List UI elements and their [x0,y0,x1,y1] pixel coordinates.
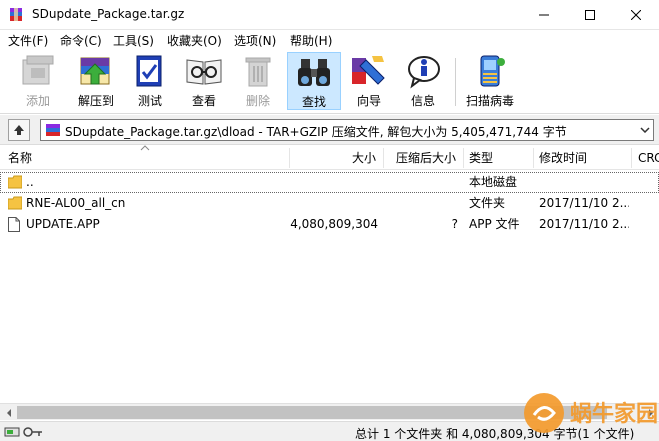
row-modified: 2017/11/10 2... [539,196,629,210]
virus-scan-button[interactable]: 扫描病毒 [462,52,518,110]
scroll-left-button[interactable] [0,404,17,421]
menu-favorites[interactable]: 收藏夹(O) [167,32,222,49]
row-size [290,172,378,193]
view-button[interactable]: 查看 [177,52,231,110]
wizard-button[interactable]: 向导 [342,52,396,110]
maximize-button[interactable] [567,0,613,30]
row-type: 本地磁盘 [469,175,518,189]
delete-label: 删除 [245,94,270,108]
info-label: 信息 [410,94,435,108]
row-type: APP 文件 [469,217,520,231]
add-archive-icon [22,55,54,85]
minimize-button[interactable] [521,0,567,30]
close-icon [631,10,641,20]
column-crc[interactable]: CRC [632,146,659,170]
path-text: SDupdate_Package.tar.gz\dload - TAR+GZIP… [65,125,567,139]
menu-commands[interactable]: 命令(C) [60,32,102,49]
delete-button[interactable]: 删除 [231,52,285,110]
archive-icon [46,124,60,136]
find-button[interactable]: 查找 [287,52,341,110]
file-list[interactable]: .. 本地磁盘 RNE-AL00_all_cn 文件夹 2017/11/10 2… [0,171,659,403]
column-header: 名称 大小 压缩后大小 类型 修改时间 CRC [0,145,659,170]
column-packed-size[interactable]: 压缩后大小 [384,146,462,170]
site-watermark-logo: 蜗牛家园 [520,381,659,441]
row-name: RNE-AL00_all_cn [26,196,126,210]
row-type: 文件夹 [469,196,506,210]
toolbar-separator [455,58,456,106]
path-bar: SDupdate_Package.tar.gz\dload - TAR+GZIP… [0,115,659,145]
test-label: 测试 [137,94,162,108]
extract-to-label: 解压到 [77,94,114,108]
drive-key-icon[interactable] [4,425,44,439]
minimize-icon [539,14,549,16]
virus-scan-icon [480,55,505,87]
extract-icon [80,57,110,85]
column-type[interactable]: 类型 [463,146,533,170]
view-label: 查看 [191,94,216,108]
row-packed: ? [451,217,458,231]
add-button[interactable]: 添加 [11,52,65,110]
menu-tools[interactable]: 工具(S) [113,32,154,49]
list-item[interactable]: UPDATE.APP 4,080,809,304 ? APP 文件 2017/1… [0,214,659,235]
info-icon [408,56,440,89]
path-combobox[interactable]: SDupdate_Package.tar.gz\dload - TAR+GZIP… [40,119,654,141]
test-button[interactable]: 测试 [123,52,177,110]
maximize-icon [585,10,595,20]
column-size[interactable]: 大小 [290,146,382,170]
column-modified[interactable]: 修改时间 [533,146,631,170]
row-size: 4,080,809,304 [290,217,378,231]
find-label: 查找 [301,95,326,109]
row-modified: 2017/11/10 2... [539,217,629,231]
chevron-left-icon [6,408,11,417]
folder-up-icon [8,175,22,189]
title-bar[interactable]: SDupdate_Package.tar.gz [0,0,659,30]
toolbar: 添加 解压到 测试 查看 删除 查找 向导 信息 扫描病毒 [0,50,659,114]
watermark-text: 蜗牛家园 [570,401,658,427]
list-item[interactable]: RNE-AL00_all_cn 文件夹 2017/11/10 2... [0,193,659,214]
find-binoculars-icon [298,59,330,86]
view-icon [186,59,222,85]
close-button[interactable] [613,0,659,30]
extract-to-button[interactable]: 解压到 [69,52,123,110]
wizard-icon [352,56,385,85]
chevron-down-icon[interactable] [640,127,650,133]
row-packed [384,172,458,193]
menu-options[interactable]: 选项(N) [234,32,276,49]
winrar-app-icon [10,8,22,21]
list-item[interactable]: .. 本地磁盘 [0,172,659,193]
row-modified [539,172,629,193]
window-title: SDupdate_Package.tar.gz [32,7,185,21]
column-name[interactable]: 名称 [2,146,288,170]
delete-icon [245,57,271,87]
file-icon [8,217,20,232]
row-packed [384,193,458,214]
snail-logo-icon: 蜗牛家园 [524,393,658,433]
test-icon [136,55,162,87]
arrow-up-icon [14,125,24,135]
scrollbar-thumb[interactable] [17,406,607,419]
row-size [290,193,378,214]
row-name: .. [26,175,34,189]
row-name: UPDATE.APP [26,217,100,231]
menu-bar: 文件(F) 命令(C) 工具(S) 收藏夹(O) 选项(N) 帮助(H) [0,30,659,50]
up-one-level-button[interactable] [8,119,30,141]
info-button[interactable]: 信息 [396,52,450,110]
menu-file[interactable]: 文件(F) [8,32,48,49]
add-label: 添加 [25,94,50,108]
folder-icon [8,196,22,210]
menu-help[interactable]: 帮助(H) [290,32,332,49]
wizard-label: 向导 [356,94,381,108]
virus-scan-label: 扫描病毒 [465,94,514,108]
